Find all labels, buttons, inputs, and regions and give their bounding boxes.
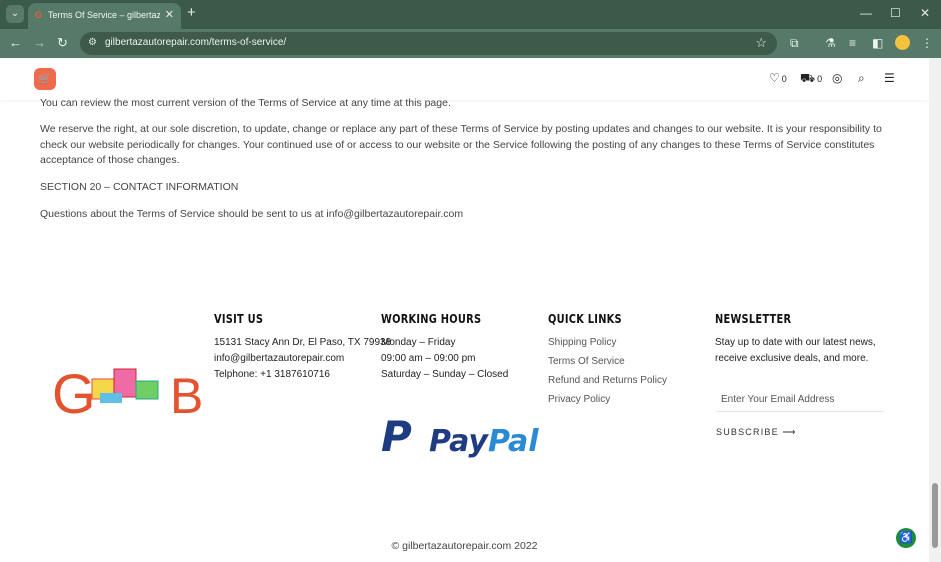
hamburger-menu-icon[interactable]: ☰: [884, 71, 895, 85]
forward-icon[interactable]: →: [33, 35, 46, 51]
address-bar[interactable]: ⚙ gilbertazautorepair.com/terms-of-servi…: [80, 32, 777, 55]
search-icon[interactable]: ⌕: [858, 71, 865, 85]
browser-toolbar: ← → ↻ ⚙ gilbertazautorepair.com/terms-of…: [0, 29, 941, 58]
shipping-policy-link[interactable]: Shipping Policy: [548, 337, 616, 348]
back-icon[interactable]: ←: [9, 35, 22, 51]
reload-icon[interactable]: ↻: [57, 35, 68, 51]
terms-of-service-link[interactable]: Terms Of Service: [548, 356, 625, 367]
brand-logo: G B: [52, 363, 203, 419]
copyright-text: © gilbertazautorepair.com 2022: [391, 540, 538, 552]
privacy-policy-link[interactable]: Privacy Policy: [548, 394, 610, 405]
wishlist-link[interactable]: ♡ 0: [769, 71, 787, 86]
tab-title: Terms Of Service – gilbertazautorepair: [48, 10, 160, 20]
close-tab-icon[interactable]: ✕: [165, 8, 174, 21]
paragraph-review: You can review the most current version …: [40, 97, 451, 109]
cart-link[interactable]: ⛟ 0: [800, 71, 822, 86]
hours-line-2: 09:00 am – 09:00 pm: [381, 353, 476, 364]
media-icon[interactable]: ≡: [849, 36, 856, 50]
paypal-p-mark: P: [381, 412, 412, 459]
scrollbar-thumb[interactable]: [932, 483, 938, 548]
phone-text[interactable]: Telphone: +1 3187610716: [214, 367, 330, 383]
newsletter-title: NEWSLETTER: [715, 312, 792, 326]
wishlist-count: 0: [781, 74, 787, 84]
minimize-icon[interactable]: —: [860, 6, 872, 20]
account-icon[interactable]: ◎: [832, 71, 842, 85]
site-favicon-icon: G: [35, 10, 43, 20]
web-page: 🛒 ♡ 0 ⛟ 0 ◎ ⌕ ☰ You can review the most cu…: [0, 58, 929, 562]
logo-letter-b: B: [170, 368, 203, 419]
paragraph-contact: Questions about the Terms of Service sho…: [40, 208, 464, 220]
side-panel-icon[interactable]: ◧: [872, 36, 883, 50]
profile-avatar[interactable]: [895, 35, 910, 50]
cart-count: 0: [817, 74, 823, 84]
tab-search-icon[interactable]: ⌄: [6, 5, 24, 23]
cart-icon: ⛟: [800, 71, 816, 85]
hours-line-1: Monday – Friday: [381, 337, 456, 348]
new-tab-icon[interactable]: +: [187, 5, 196, 21]
menu-dots-icon[interactable]: ⋮: [921, 36, 933, 50]
hours-line-3: Saturday – Sunday – Closed: [381, 369, 509, 380]
paypal-wordmark: PayPal: [429, 424, 539, 459]
bookmark-star-icon[interactable]: ☆: [755, 35, 767, 51]
site-info-icon[interactable]: ⚙: [88, 37, 97, 48]
newsletter-email-input[interactable]: [716, 388, 884, 412]
working-hours-title: WORKING HOURS: [381, 312, 482, 326]
accessibility-widget-icon[interactable]: ♿: [896, 528, 916, 548]
logo-letter-g: G: [52, 363, 96, 419]
address-text: 15131 Stacy Ann Dr, El Paso, TX 79938: [214, 337, 392, 348]
heart-icon: ♡: [769, 71, 780, 85]
labs-icon[interactable]: ⚗: [825, 36, 836, 50]
quick-links-title: QUICK LINKS: [548, 312, 622, 326]
site-logo-cart-icon[interactable]: 🛒: [34, 68, 56, 90]
page-scrollbar[interactable]: [929, 58, 941, 562]
paragraph-changes: We reserve the right, at our sole discre…: [40, 123, 882, 166]
browser-tab-active[interactable]: G Terms Of Service – gilbertazautorepair…: [28, 3, 181, 29]
email-text[interactable]: info@gilbertazautorepair.com: [214, 351, 344, 367]
subscribe-button[interactable]: SUBSCRIBE ⟶: [716, 427, 797, 438]
section-heading: SECTION 20 – CONTACT INFORMATION: [40, 181, 239, 193]
browser-tab-strip: ⌄ G Terms Of Service – gilbertazautorepa…: [0, 0, 941, 29]
newsletter-description: Stay up to date with our latest news, re…: [715, 337, 876, 364]
site-header: 🛒 ♡ 0 ⛟ 0 ◎ ⌕ ☰: [0, 58, 929, 100]
url-text[interactable]: gilbertazautorepair.com/terms-of-service…: [105, 37, 286, 48]
maximize-icon[interactable]: ☐: [890, 6, 901, 20]
paypal-logo: P PayPal: [381, 412, 539, 459]
close-window-icon[interactable]: ✕: [920, 6, 930, 20]
visit-us-title: VISIT US: [214, 312, 264, 326]
refund-policy-link[interactable]: Refund and Returns Policy: [548, 375, 667, 386]
extensions-icon[interactable]: ⧉: [790, 36, 799, 50]
